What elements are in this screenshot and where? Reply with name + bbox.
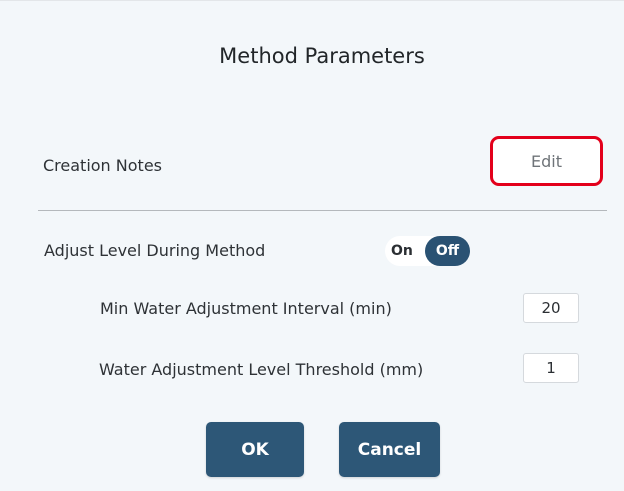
creation-notes-label: Creation Notes <box>43 156 162 175</box>
section-divider <box>38 210 607 211</box>
toggle-off-option: Off <box>425 236 470 266</box>
edit-creation-notes-button[interactable]: Edit <box>490 136 603 186</box>
min-water-interval-label: Min Water Adjustment Interval (min) <box>100 299 392 318</box>
level-threshold-label: Water Adjustment Level Threshold (mm) <box>99 360 424 379</box>
cancel-button[interactable]: Cancel <box>339 422 440 477</box>
method-parameters-dialog: Method Parameters Creation Notes Edit Ad… <box>0 0 624 491</box>
ok-button[interactable]: OK <box>206 422 304 477</box>
min-water-interval-input[interactable] <box>523 293 579 323</box>
adjust-level-toggle[interactable]: On Off <box>385 236 470 266</box>
adjust-level-label: Adjust Level During Method <box>44 241 266 260</box>
toggle-on-option: On <box>391 243 413 259</box>
dialog-title: Method Parameters <box>219 44 425 68</box>
level-threshold-input[interactable] <box>523 353 579 383</box>
